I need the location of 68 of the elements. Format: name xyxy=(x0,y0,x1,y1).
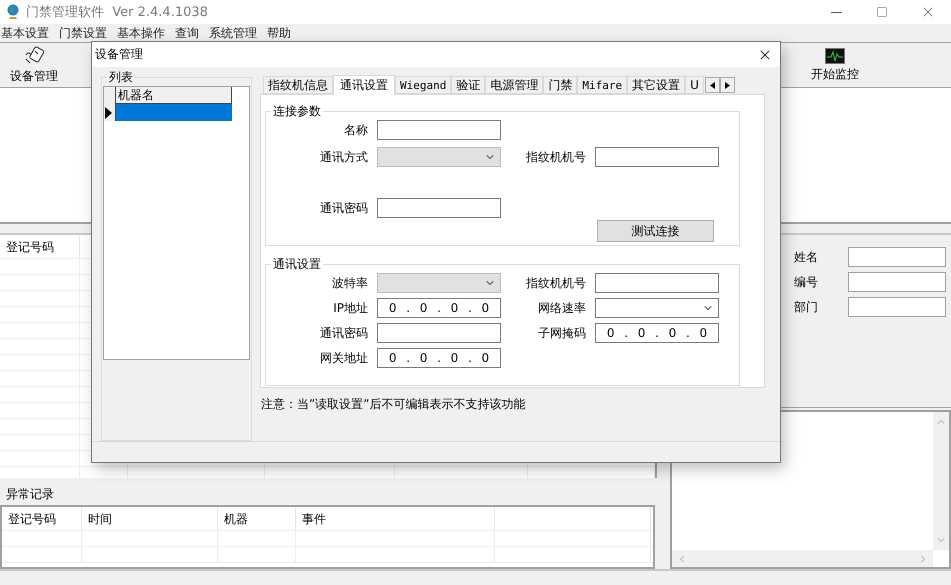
input-field[interactable] xyxy=(848,272,946,292)
column-header: 登记号码 xyxy=(2,507,82,530)
column-header: 时间 xyxy=(82,507,218,530)
menu-item[interactable]: 帮助 xyxy=(266,24,294,42)
field-label: 部门 xyxy=(794,298,819,316)
menu-item[interactable]: 系统管理 xyxy=(208,24,260,42)
toolbar-button[interactable]: 设备管理 xyxy=(8,43,60,87)
input-field[interactable] xyxy=(848,297,946,317)
triangle-left-icon xyxy=(710,82,715,88)
column-header: 事件 xyxy=(296,507,495,530)
field-label: IP地址 xyxy=(332,300,369,316)
ip-address-field[interactable]: 0 . 0 . 0 . 0 xyxy=(595,323,719,343)
column-header: 机器 xyxy=(218,507,296,530)
tab[interactable]: 其它设置 xyxy=(627,76,686,94)
menu-item[interactable]: 基本操作 xyxy=(116,24,168,42)
row-pointer-icon xyxy=(104,106,112,118)
list-row[interactable] xyxy=(104,104,232,121)
field-label: 编号 xyxy=(794,274,819,290)
row-header xyxy=(104,87,116,104)
menu-item[interactable]: 门禁设置 xyxy=(58,24,110,42)
field-label: 通讯方式 xyxy=(319,148,369,166)
field-label: 姓名 xyxy=(794,248,819,266)
tab[interactable]: 门禁 xyxy=(543,76,578,94)
monitor-icon xyxy=(825,48,845,64)
field-label: 指纹机机号 xyxy=(525,148,587,166)
ip-address-field[interactable]: 0 . 0 . 0 . 0 xyxy=(377,298,501,318)
window-title: 门禁管理软件 Ver 2.4.4.1038 xyxy=(26,4,208,21)
device-icon xyxy=(23,46,45,66)
field-label: 通讯密码 xyxy=(319,200,369,216)
group-title: 列表 xyxy=(108,69,134,86)
field-label: 通讯密码 xyxy=(319,324,369,342)
input-field[interactable] xyxy=(377,198,501,218)
tab[interactable]: Mifare xyxy=(577,76,628,94)
tab[interactable]: 验证 xyxy=(451,76,486,94)
scroll-left-button[interactable] xyxy=(704,77,720,93)
field-label: 名称 xyxy=(343,122,369,138)
test-connection-button[interactable]: 测试连接 xyxy=(597,220,714,242)
tab[interactable]: Wiegand xyxy=(395,76,452,94)
column-header: 登记号码 xyxy=(0,235,80,258)
input-field[interactable] xyxy=(377,323,501,343)
field-label: 波特率 xyxy=(331,274,369,292)
note-text: 注意：当”读取设置”后不可编辑表示不支持该功能 xyxy=(260,396,526,413)
tab[interactable]: U xyxy=(685,76,704,94)
field-label: 网关地址 xyxy=(319,350,369,366)
field-label: 指纹机机号 xyxy=(525,274,587,292)
input-field[interactable] xyxy=(595,273,719,293)
maximize-icon xyxy=(876,6,888,18)
group-title: 连接参数 xyxy=(272,103,322,120)
field-label: 子网掩码 xyxy=(537,324,587,342)
section-title: 异常记录 xyxy=(5,486,55,503)
triangle-right-icon xyxy=(724,82,730,88)
tab[interactable]: 指纹机信息 xyxy=(263,76,333,94)
input-field[interactable] xyxy=(377,120,501,140)
tab[interactable]: 通讯设置 xyxy=(333,75,395,95)
menu-item[interactable]: 基本设置 xyxy=(0,24,52,42)
input-field[interactable] xyxy=(595,147,719,167)
globe-icon xyxy=(6,4,20,20)
tab[interactable]: 电源管理 xyxy=(485,76,544,94)
toolbar-button[interactable]: 开始监控 xyxy=(809,43,861,87)
input-field[interactable] xyxy=(848,247,946,267)
column-header: 机器名 xyxy=(116,87,232,104)
ip-address-field[interactable]: 0 . 0 . 0 . 0 xyxy=(377,348,501,368)
field-label: 网络速率 xyxy=(537,300,587,316)
group-title: 通讯设置 xyxy=(272,256,322,273)
menu-item[interactable]: 查询 xyxy=(174,24,202,42)
dropdown[interactable] xyxy=(595,298,719,318)
scroll-right-button[interactable] xyxy=(720,77,735,93)
dialog-title: 设备管理 xyxy=(95,46,143,63)
